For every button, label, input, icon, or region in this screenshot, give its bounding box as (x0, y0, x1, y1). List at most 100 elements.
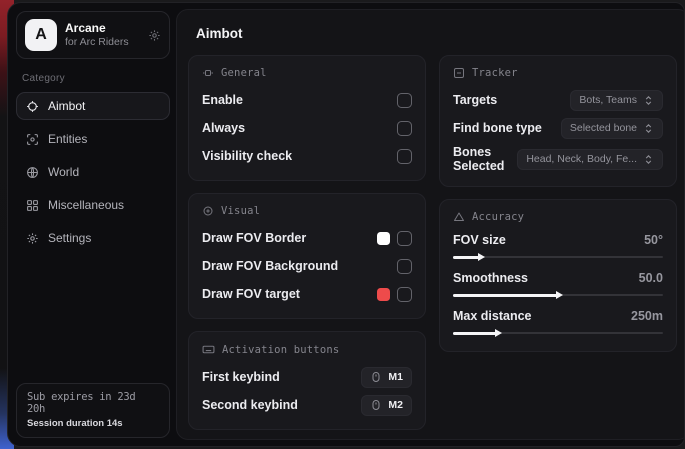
setting-row: Always (202, 117, 412, 139)
setting-row: Draw FOV target (202, 283, 412, 305)
page-title: Aimbot (196, 26, 677, 41)
setting-label: Second keybind (202, 398, 298, 412)
slider-smoothness[interactable] (453, 290, 663, 300)
activation-card-header: Activation buttons (202, 343, 412, 356)
keybind-value: M1 (388, 371, 403, 383)
sub-expires-text: Sub expires in 23d 20h (27, 391, 159, 415)
dropdown-button[interactable]: Selected bone (561, 118, 663, 139)
brand-text: Arcane for Arc Riders (65, 21, 129, 49)
sidebar-item-aimbot[interactable]: Aimbot (16, 92, 170, 120)
setting-label: Draw FOV Border (202, 231, 306, 245)
sliders-icon (202, 67, 214, 79)
dropdown-value: Bots, Teams (579, 94, 637, 106)
slider-thumb[interactable] (495, 329, 502, 337)
setting-label: Find bone type (453, 121, 542, 135)
color-swatch[interactable] (377, 288, 390, 301)
mouse-icon (370, 399, 382, 411)
visual-card-header: Visual (202, 205, 412, 217)
setting-label: First keybind (202, 370, 280, 384)
sidebar-item-label: Miscellaneous (48, 198, 124, 212)
slider-thumb[interactable] (478, 253, 485, 261)
brand-name: Arcane (65, 21, 129, 36)
chevrons-up-down-icon (643, 154, 654, 165)
chevrons-up-down-icon (643, 95, 654, 106)
keybind-button[interactable]: M1 (361, 367, 412, 388)
main-panel: Aimbot General Enable Always Visibility ch… (176, 9, 685, 440)
slider-fill (453, 332, 497, 335)
setting-row: Draw FOV Border (202, 227, 412, 249)
general-card-header: General (202, 67, 412, 79)
setting-row: Enable (202, 89, 412, 111)
slider-value: 50° (644, 233, 663, 247)
tracker-card: Tracker Targets Bots, Teams Find bone type… (439, 55, 677, 187)
keybind-button[interactable]: M2 (361, 395, 412, 416)
setting-label: Draw FOV Background (202, 259, 338, 273)
slider-value: 250m (631, 309, 663, 323)
slider-value: 50.0 (639, 271, 663, 285)
setting-row: Find bone type Selected bone (453, 117, 663, 139)
slider-label: Max distance (453, 309, 532, 323)
slider-thumb[interactable] (556, 291, 563, 299)
gear-icon[interactable] (148, 29, 161, 42)
keyboard-icon (202, 343, 215, 356)
accuracy-card-header: Accuracy (453, 211, 663, 223)
slider-row: FOV size 50° (453, 233, 663, 262)
visual-card: Visual Draw FOV Border Draw FOV Backgroun… (188, 193, 426, 319)
crosshair-icon (26, 100, 39, 113)
checkbox[interactable] (397, 259, 412, 274)
setting-label: Draw FOV target (202, 287, 300, 301)
setting-label: Targets (453, 93, 497, 107)
brand-logo: A (25, 19, 57, 51)
setting-row: Draw FOV Background (202, 255, 412, 277)
gear-icon (26, 232, 39, 245)
entities-icon (26, 133, 39, 146)
keybind-value: M2 (388, 399, 403, 411)
accuracy-card: Accuracy FOV size 50° Smoothness 50.0 Max di… (439, 199, 677, 352)
triangle-icon (453, 211, 465, 223)
card-title: Accuracy (472, 211, 524, 223)
sidebar-item-entities[interactable]: Entities (16, 125, 170, 153)
setting-label: Always (202, 121, 245, 135)
left-column: General Enable Always Visibility check Vis… (188, 55, 426, 430)
card-title: Visual (221, 205, 260, 217)
color-swatch[interactable] (377, 232, 390, 245)
slider-row: Max distance 250m (453, 309, 663, 338)
checkbox[interactable] (397, 231, 412, 246)
slider-label: Smoothness (453, 271, 528, 285)
slider-fill (453, 294, 558, 297)
card-title: Tracker (472, 67, 518, 79)
slider-max-distance[interactable] (453, 328, 663, 338)
sidebar-item-miscellaneous[interactable]: Miscellaneous (16, 191, 170, 219)
dropdown-button[interactable]: Bots, Teams (570, 90, 663, 111)
brand-subtitle: for Arc Riders (65, 36, 129, 49)
sidebar: A Arcane for Arc Riders Category AimbotE… (8, 3, 176, 446)
mouse-icon (370, 371, 382, 383)
sparkle-icon (202, 205, 214, 217)
slider-label: FOV size (453, 233, 506, 247)
setting-row: Second keybind M2 (202, 394, 412, 416)
right-column: Tracker Targets Bots, Teams Find bone type… (439, 55, 677, 352)
brand-card: A Arcane for Arc Riders (16, 11, 170, 59)
sidebar-item-world[interactable]: World (16, 158, 170, 186)
globe-icon (26, 166, 39, 179)
sidebar-item-label: Entities (48, 132, 87, 146)
dropdown-value: Head, Neck, Body, Fe... (526, 153, 637, 165)
setting-row: First keybind M1 (202, 366, 412, 388)
checkbox[interactable] (397, 93, 412, 108)
setting-label: Visibility check (202, 149, 292, 163)
setting-row: Visibility check (202, 145, 412, 167)
setting-label: Enable (202, 93, 243, 107)
checkbox[interactable] (397, 121, 412, 136)
checkbox[interactable] (397, 287, 412, 302)
slider-fov-size[interactable] (453, 252, 663, 262)
dropdown-button[interactable]: Head, Neck, Body, Fe... (517, 149, 663, 170)
slider-fill (453, 256, 480, 259)
slider-row: Smoothness 50.0 (453, 271, 663, 300)
sidebar-item-label: Settings (48, 231, 91, 245)
general-card: General Enable Always Visibility check (188, 55, 426, 181)
sidebar-item-settings[interactable]: Settings (16, 224, 170, 252)
chevrons-up-down-icon (643, 123, 654, 134)
checkbox[interactable] (397, 149, 412, 164)
minus-square-icon (453, 67, 465, 79)
setting-row: Targets Bots, Teams (453, 89, 663, 111)
